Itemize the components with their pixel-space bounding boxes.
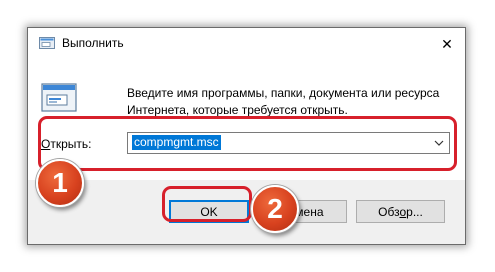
open-field-highlight: [38, 116, 457, 171]
close-icon: ✕: [441, 35, 453, 52]
ok-button-highlight: [162, 186, 252, 222]
run-app-icon: [39, 37, 55, 49]
description-text: Введите имя программы, папки, документа …: [127, 85, 457, 119]
window-title: Выполнить: [62, 36, 124, 50]
title-bar[interactable]: Выполнить ✕: [28, 28, 465, 58]
close-button[interactable]: ✕: [435, 34, 459, 54]
step-2-badge: 2: [251, 185, 299, 233]
run-app-icon: [41, 83, 77, 113]
description-line: Введите имя программы, папки, документа …: [127, 86, 440, 100]
step-1-badge: 1: [36, 159, 84, 207]
browse-button[interactable]: Обзор...: [356, 200, 445, 223]
browse-button-label: Обзор...: [378, 204, 423, 219]
